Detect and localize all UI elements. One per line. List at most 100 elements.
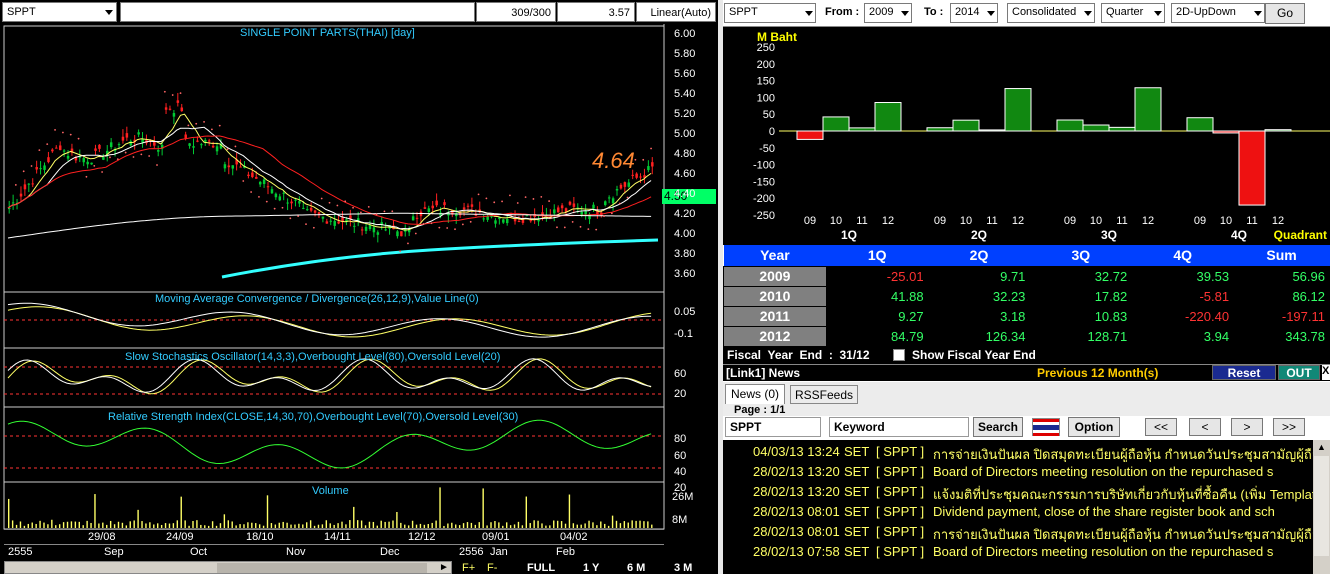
bar-x-tick: 09 — [1064, 215, 1076, 227]
sar-dot — [532, 198, 535, 200]
sar-dot — [312, 226, 315, 229]
date-label: 04/02 — [560, 531, 588, 543]
out-button[interactable]: OUT — [1278, 365, 1320, 380]
candlestick — [596, 206, 599, 219]
rsi-title: Relative Strength Index(CLOSE,14,30,70),… — [108, 411, 519, 423]
sar-dot — [258, 195, 260, 198]
news-symbol-input[interactable]: SPPT — [725, 417, 821, 437]
volume-bar — [407, 525, 410, 528]
candlestick — [482, 214, 485, 222]
view-select[interactable]: 2D-UpDown — [1171, 3, 1265, 23]
sar-dot — [140, 153, 143, 156]
chevron-down-icon[interactable] — [1254, 11, 1262, 16]
news-search-bar: SPPT Keyword Search Option << < > >> — [723, 416, 1330, 440]
sar-dot — [22, 170, 25, 173]
first-page-button[interactable]: << — [1145, 418, 1177, 436]
bar-group-label: 4Q — [1231, 228, 1247, 242]
show-fiscal-checkbox[interactable] — [893, 349, 905, 361]
bar — [796, 130, 824, 140]
table-row: 2012 84.79 126.34 128.71 3.94 343.78 — [723, 325, 1330, 347]
period-select[interactable]: Quarter — [1101, 3, 1165, 23]
volume-bar — [262, 525, 265, 528]
sar-dot — [171, 94, 174, 96]
news-item[interactable]: 28/02/13 13:20 SET [ SPPT ] Board of Direct… — [723, 462, 1313, 482]
chevron-down-icon[interactable] — [1084, 11, 1092, 16]
volume-bar — [15, 524, 18, 528]
chevron-down-icon[interactable] — [805, 11, 813, 16]
news-item[interactable]: 28/02/13 13:20 SET [ SPPT ] แจ้งมติที่ประชุ… — [723, 482, 1313, 502]
thai-flag-icon[interactable] — [1032, 418, 1060, 436]
trend-line — [221, 238, 659, 279]
from-year-select[interactable]: 2009 — [864, 3, 912, 23]
go-button[interactable]: Go — [1265, 3, 1305, 24]
candlestick — [572, 197, 576, 214]
bar — [1186, 117, 1214, 132]
last-price-label: 4.64 — [592, 148, 635, 173]
news-date: 28/02/13 13:20 — [753, 484, 840, 499]
volume-bar — [419, 523, 422, 528]
volume-bar — [86, 520, 88, 528]
option-button[interactable]: Option — [1068, 417, 1120, 437]
range-full-button[interactable]: FULL — [527, 562, 555, 574]
chevron-down-icon[interactable] — [1154, 11, 1162, 16]
chevron-down-icon[interactable] — [105, 10, 113, 15]
search-button[interactable]: Search — [973, 417, 1023, 437]
bar — [1238, 130, 1266, 206]
chevron-down-icon[interactable] — [901, 11, 909, 16]
range-1y-button[interactable]: 1 Y — [583, 562, 599, 574]
scale-mode-button[interactable]: Linear(Auto) — [636, 2, 716, 22]
bar-y-tick: -100 — [753, 160, 775, 172]
zoom-out-icon[interactable]: F- — [487, 562, 497, 574]
close-icon[interactable]: X — [1322, 365, 1330, 380]
prev-page-button[interactable]: < — [1189, 418, 1221, 436]
range-3m-button[interactable]: 3 M — [674, 562, 692, 574]
candlestick — [376, 230, 380, 243]
consolidation-select[interactable]: Consolidated — [1007, 3, 1095, 23]
scrollbar-thumb[interactable] — [217, 563, 427, 573]
candlestick — [247, 171, 250, 179]
news-scrollbar[interactable]: ▲ — [1313, 440, 1330, 574]
header-sum: Sum — [1266, 247, 1297, 264]
tab-news[interactable]: News (0) — [725, 384, 786, 404]
rsi-axis-label: 40 — [674, 466, 687, 478]
volume-bar — [615, 520, 618, 528]
volume-bar — [576, 524, 578, 528]
stock-chart-panel: SPPT 309/300 3.57 Linear(Auto) SINGLE PO… — [0, 0, 718, 574]
chevron-down-icon[interactable] — [987, 11, 995, 16]
fin-symbol-select[interactable]: SPPT — [724, 3, 816, 23]
candlestick — [333, 214, 336, 230]
bar-x-tick: 10 — [1090, 215, 1102, 227]
scroll-up-icon[interactable]: ▲ — [1317, 442, 1326, 452]
price-axis-label: 5.20 — [674, 108, 696, 120]
news-item[interactable]: 04/03/13 13:24 SET [ SPPT ] การจ่ายเงินปันผ… — [723, 442, 1313, 462]
candlestick — [47, 151, 50, 164]
candlestick — [11, 194, 15, 210]
volume-bar — [341, 521, 343, 528]
reset-button[interactable]: Reset — [1212, 365, 1276, 380]
tab-rss-feeds[interactable]: RSSFeeds — [790, 385, 859, 404]
volume-bar — [290, 524, 292, 528]
volume-bar — [102, 522, 104, 528]
scrollbar-thumb[interactable] — [1314, 456, 1329, 556]
news-item[interactable]: 28/02/13 07:58 SET [ SPPT ] Board of Direct… — [723, 542, 1313, 562]
candlestick — [313, 209, 317, 217]
zoom-in-icon[interactable]: F+ — [462, 562, 475, 574]
volume-bar — [145, 523, 147, 528]
next-page-button[interactable]: > — [1231, 418, 1263, 436]
sar-dot — [124, 151, 127, 154]
last-page-button[interactable]: >> — [1273, 418, 1305, 436]
candlestick — [207, 138, 211, 146]
earnings-table: Year 1Q 2Q 3Q 4Q Sum 2009 -25.01 9.71 32.72… — [723, 245, 1330, 347]
news-item[interactable]: 28/02/13 08:01 SET [ SPPT ] การจ่ายเงินปันผ… — [723, 522, 1313, 542]
sar-dot — [336, 204, 339, 207]
scroll-right-icon[interactable]: ► — [439, 562, 449, 573]
to-year-select[interactable]: 2014 — [950, 3, 998, 23]
news-item[interactable]: 28/02/13 08:01 SET [ SPPT ] Dividend paymen… — [723, 502, 1313, 522]
fiscal-bar: Fiscal Year End : 31/12 Show Fiscal Year… — [723, 346, 1330, 364]
candlestick — [200, 142, 203, 149]
candlestick — [235, 152, 238, 171]
symbol-select[interactable]: SPPT — [2, 2, 117, 22]
range-6m-button[interactable]: 6 M — [627, 562, 645, 574]
keyword-input[interactable]: Keyword — [829, 417, 969, 437]
chart-scrollbar[interactable]: ► — [4, 561, 452, 574]
